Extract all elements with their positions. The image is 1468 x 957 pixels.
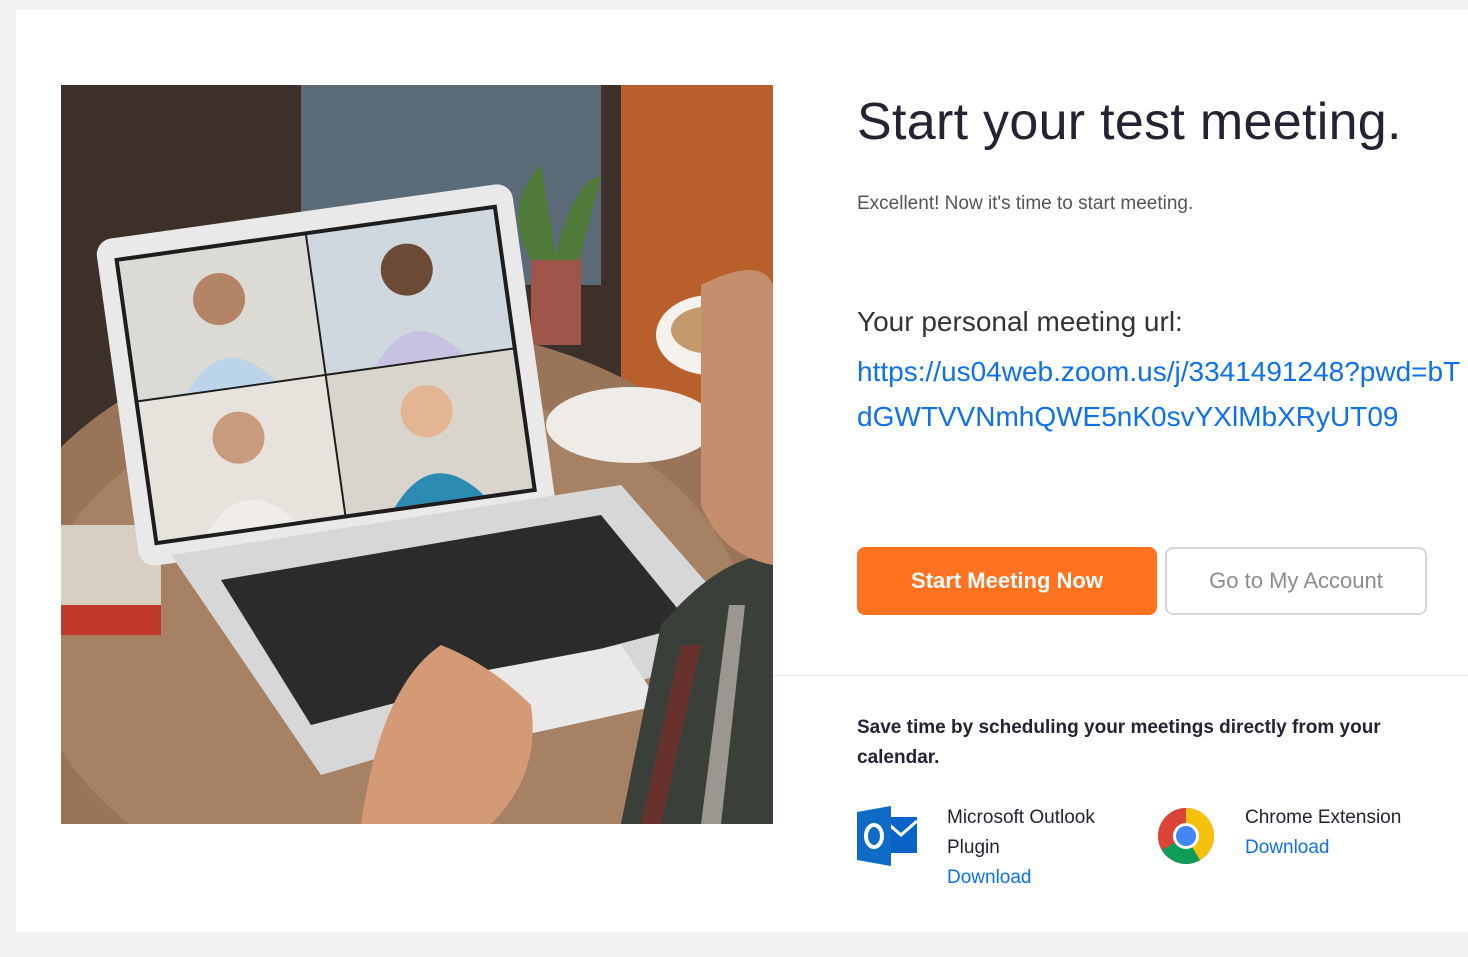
outlook-plugin: Microsoft Outlook Plugin Download [947, 803, 1147, 893]
section-divider [774, 675, 1468, 676]
chrome-extension: Chrome Extension Download [1245, 803, 1445, 863]
go-to-account-button[interactable]: Go to My Account [1165, 547, 1427, 615]
page-title: Start your test meeting. [857, 93, 1402, 151]
chrome-extension-name: Chrome Extension [1245, 807, 1402, 828]
start-meeting-button[interactable]: Start Meeting Now [857, 547, 1157, 615]
outlook-plugin-name: Microsoft Outlook Plugin [947, 807, 1095, 858]
meeting-url-label: Your personal meeting url: [857, 306, 1183, 337]
outlook-download-link[interactable]: Download [947, 863, 1147, 893]
main-card: Start your test meeting. Excellent! Now … [16, 10, 1468, 932]
outlook-icon [857, 805, 919, 872]
chrome-download-link[interactable]: Download [1245, 833, 1445, 863]
page-subtitle: Excellent! Now it's time to start meetin… [857, 193, 1194, 214]
meeting-url-link[interactable]: https://us04web.zoom.us/j/3341491248?pwd… [857, 349, 1468, 439]
calendar-promo-text: Save time by scheduling your meetings di… [857, 717, 1381, 768]
hero-image [61, 85, 773, 824]
chrome-icon [1157, 807, 1215, 870]
